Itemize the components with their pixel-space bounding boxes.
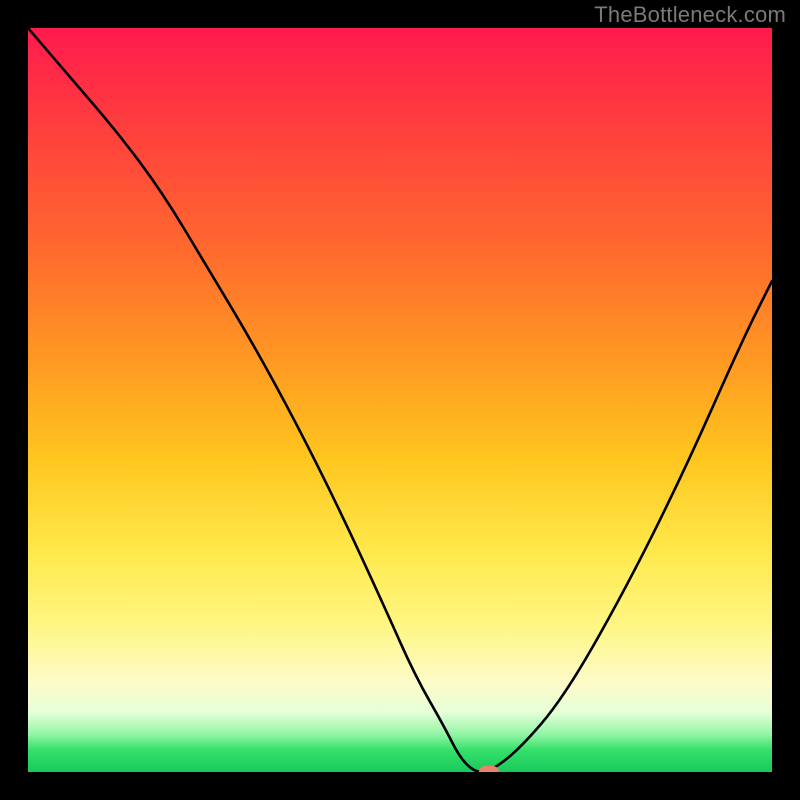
curve-svg — [28, 28, 772, 772]
bottleneck-curve — [28, 28, 772, 772]
watermark-text: TheBottleneck.com — [594, 2, 786, 28]
plot-area — [28, 28, 772, 772]
optimal-marker — [479, 766, 499, 772]
chart-frame: TheBottleneck.com — [0, 0, 800, 800]
